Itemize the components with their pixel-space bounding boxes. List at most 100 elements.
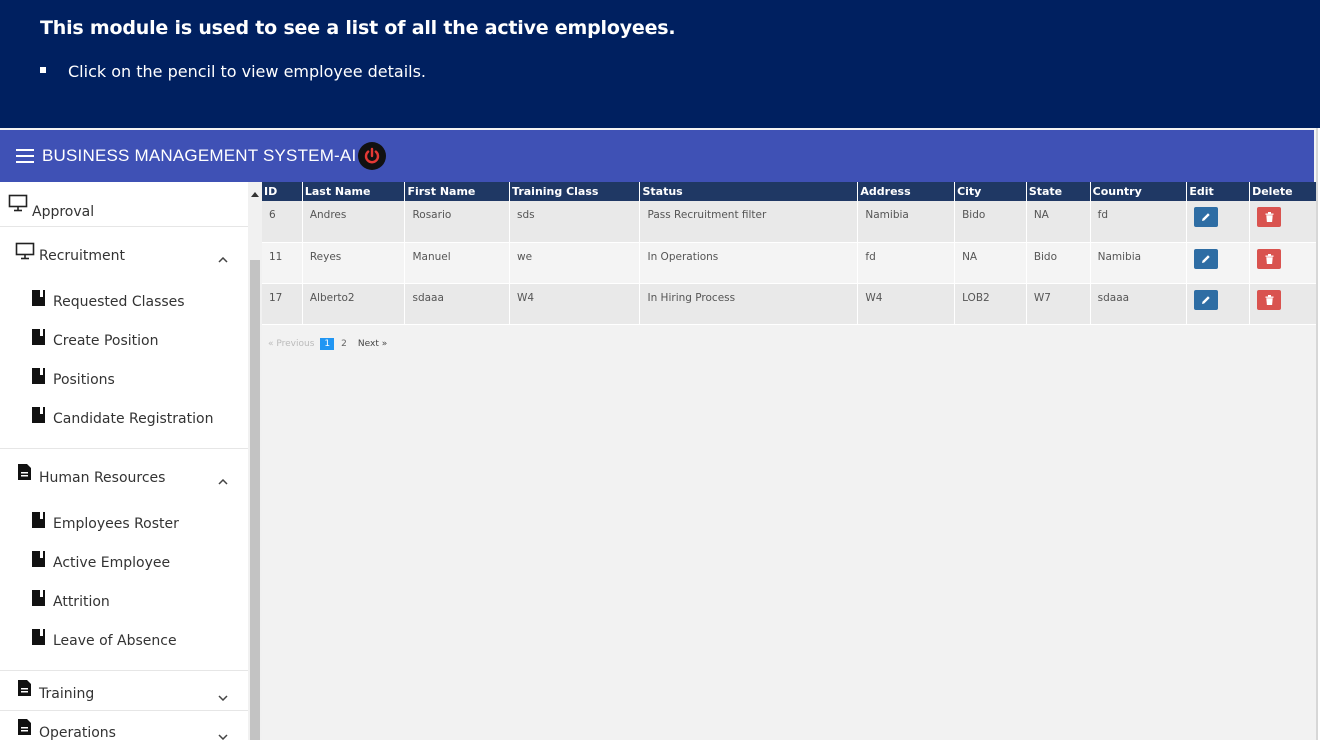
cell-state: NA [1025,201,1091,243]
sidebar-item-label: Requested Classes [53,294,185,310]
book-icon [32,407,46,429]
column-header-training-class[interactable]: Training Class [509,182,640,201]
monitor-icon [15,242,35,265]
sidebar-item-active-employee[interactable]: Active Employee [0,551,248,581]
sidebar-item-label: Active Employee [53,555,171,571]
menu-icon[interactable] [16,149,34,163]
cell-state: W7 [1025,283,1091,325]
cell-last-name: Andres [301,201,405,243]
sidebar-group-training[interactable]: Training [0,676,248,712]
sidebar-item-employees-roster[interactable]: Employees Roster [0,512,248,542]
table-row: 11 Reyes Manuel we In Operations fd NA B… [262,242,1316,284]
sidebar-item-label: Leave of Absence [53,633,177,649]
sidebar-group-label: Human Resources [39,470,166,486]
cell-status: In Operations [639,242,858,284]
chevron-down-icon[interactable] [218,688,228,706]
cell-id: 6 [262,201,303,243]
pencil-icon [1202,295,1211,304]
employees-table: ID Last Name First Name Training Class S… [262,182,1316,325]
column-header-address[interactable]: Address [857,182,955,201]
sidebar-item-label: Attrition [53,594,110,610]
trash-icon [1265,212,1274,222]
sidebar-group-operations[interactable]: Operations [0,715,248,740]
sidebar-item-label: Approval [32,204,95,220]
cell-edit [1186,283,1250,325]
cell-training-class: sds [509,201,640,243]
cell-address: fd [857,242,955,284]
app-header: BUSINESS MANAGEMENT SYSTEM-AI [0,130,1314,182]
table-row: 17 Alberto2 sdaaa W4 In Hiring Process W… [262,283,1316,325]
delete-button[interactable] [1257,207,1282,227]
book-icon [32,590,46,612]
sidebar-item-positions[interactable]: Positions [0,368,248,398]
divider [0,670,248,671]
column-header-id[interactable]: ID [262,182,303,201]
cell-city: Bido [954,201,1027,243]
edit-button[interactable] [1194,248,1219,269]
document-icon [18,464,32,486]
cell-first-name: sdaaa [404,283,510,325]
sidebar-item-label: Positions [53,372,115,388]
table-header-row: ID Last Name First Name Training Class S… [262,182,1316,201]
previous-page-link[interactable]: « Previous [268,339,314,349]
page-link-2[interactable]: 2 [337,338,351,350]
edit-button[interactable] [1194,289,1219,310]
sidebar-item-approval[interactable]: Approval [0,190,248,226]
sidebar-item-requested-classes[interactable]: Requested Classes [0,290,248,320]
cell-country: sdaaa [1089,283,1187,325]
pagination: « Previous 1 2 Next » [268,338,387,350]
sidebar-group-recruitment[interactable]: Recruitment [0,238,248,274]
scroll-up-arrow-icon[interactable] [251,184,259,202]
column-header-last-name[interactable]: Last Name [301,182,405,201]
cell-address: Namibia [857,201,955,243]
column-header-city[interactable]: City [954,182,1027,201]
trash-icon [1265,253,1274,264]
sidebar-group-human-resources[interactable]: Human Resources [0,460,248,496]
power-icon[interactable] [358,142,387,170]
column-header-first-name[interactable]: First Name [404,182,510,201]
sidebar: Approval Recruitment Requested Classes C… [0,182,248,740]
delete-button[interactable] [1257,248,1282,269]
chevron-up-icon[interactable] [218,250,228,268]
book-icon [32,368,46,390]
sidebar-item-attrition[interactable]: Attrition [0,590,248,620]
divider [0,710,248,711]
chevron-down-icon[interactable] [218,727,228,740]
sidebar-item-leave-of-absence[interactable]: Leave of Absence [0,629,248,659]
cell-status: In Hiring Process [639,283,858,325]
column-header-state[interactable]: State [1025,182,1091,201]
next-page-link[interactable]: Next » [358,339,387,349]
banner-title: This module is used to see a list of all… [40,17,676,39]
sidebar-item-label: Create Position [53,333,159,349]
cell-delete [1249,201,1316,243]
column-header-delete: Delete [1249,182,1316,201]
book-icon [32,551,46,573]
trash-icon [1265,294,1274,305]
book-icon [32,290,46,312]
sidebar-scrollbar[interactable] [248,182,262,740]
delete-button[interactable] [1257,289,1282,310]
pencil-icon [1202,254,1211,263]
column-header-status[interactable]: Status [639,182,858,201]
sidebar-item-candidate-registration[interactable]: Candidate Registration [0,407,248,437]
sidebar-group-label: Operations [39,725,116,740]
app-title: BUSINESS MANAGEMENT SYSTEM-AI [42,146,357,165]
cell-address: W4 [857,283,955,325]
cell-edit [1186,242,1250,284]
sidebar-item-create-position[interactable]: Create Position [0,329,248,359]
column-header-country[interactable]: Country [1089,182,1187,201]
chevron-up-icon[interactable] [218,472,228,490]
cell-edit [1186,201,1250,243]
book-icon [32,629,46,651]
cell-last-name: Alberto2 [301,283,405,325]
banner-bullet-text: Click on the pencil to view employee det… [68,62,427,81]
table-row: 6 Andres Rosario sds Pass Recruitment fi… [262,201,1316,243]
scroll-thumb[interactable] [250,260,260,740]
cell-id: 11 [262,242,303,284]
page-link-1[interactable]: 1 [320,338,335,350]
cell-last-name: Reyes [301,242,405,284]
book-icon [32,512,46,534]
divider [0,226,248,227]
edit-button[interactable] [1194,207,1219,227]
cell-country: Namibia [1089,242,1187,284]
